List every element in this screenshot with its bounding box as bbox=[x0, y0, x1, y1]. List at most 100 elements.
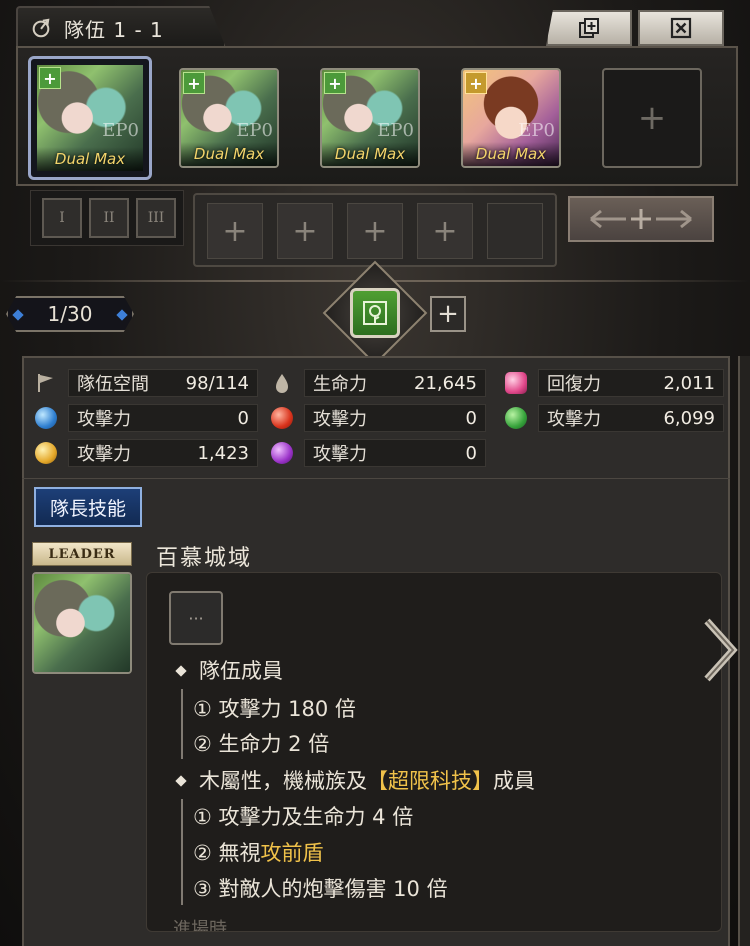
ep-label: EP0 bbox=[236, 119, 273, 141]
stat-label: 攻擊力 bbox=[77, 444, 131, 465]
leader-skill-name: 百慕城域 bbox=[156, 546, 253, 571]
stat-dark-attack: 攻擊力 0 bbox=[270, 439, 486, 467]
sub-slot-2[interactable]: + bbox=[277, 203, 333, 259]
stat-label: 攻擊力 bbox=[313, 409, 367, 430]
tree-bar bbox=[181, 799, 183, 905]
empty-member-slot[interactable]: + bbox=[602, 68, 702, 168]
stat-fire-attack: 攻擊力 0 bbox=[270, 404, 486, 432]
skill-section-2-title: 木屬性，機械族及【超限科技】成員 bbox=[175, 765, 535, 795]
team-member-card-3[interactable]: + EP0 Dual Max bbox=[320, 68, 420, 168]
more-options-icon[interactable]: ··· bbox=[169, 591, 223, 645]
sub-slot-tray: + + + + bbox=[193, 193, 557, 267]
heart-orb-icon bbox=[504, 371, 528, 395]
team-title: 隊伍 1 - 1 bbox=[64, 17, 164, 42]
team-member-card-4[interactable]: + EP0 Dual Max bbox=[461, 68, 561, 168]
character-portrait: + EP0 Dual Max bbox=[322, 70, 418, 166]
stat-value: 0 bbox=[465, 407, 477, 429]
fire-orb-icon bbox=[270, 406, 294, 430]
team-page-counter[interactable]: 1/30 bbox=[6, 296, 134, 332]
skill-section-1-item-2: ② 生命力 2 倍 bbox=[193, 732, 330, 756]
chevron-right-icon bbox=[704, 618, 738, 682]
tree-bar bbox=[181, 689, 183, 759]
team-member-card-2[interactable]: + EP0 Dual Max bbox=[179, 68, 279, 168]
plus-badge: + bbox=[324, 72, 346, 94]
leader-skill-button[interactable]: 隊長技能 bbox=[34, 487, 142, 527]
stat-label: 生命力 bbox=[313, 374, 367, 395]
gem-icon bbox=[116, 309, 128, 321]
dark-orb-icon bbox=[270, 441, 294, 465]
dual-max-label: Dual Max bbox=[463, 142, 559, 166]
stat-label: 回復力 bbox=[547, 374, 601, 395]
team-member-card-1[interactable]: + EP0 Dual Max bbox=[28, 56, 152, 180]
stat-value: 1,423 bbox=[197, 442, 249, 464]
gem-icon bbox=[12, 309, 24, 321]
copy-icon bbox=[579, 18, 599, 38]
diamond-bullet-icon bbox=[175, 665, 187, 677]
earth-orb-icon bbox=[504, 406, 528, 430]
add-team-button[interactable]: + bbox=[430, 296, 466, 332]
close-icon bbox=[670, 17, 692, 39]
stat-team-space: 隊伍空間 98/114 bbox=[34, 369, 258, 397]
swap-arrows-icon bbox=[590, 209, 692, 229]
team-emblem-button[interactable] bbox=[350, 288, 400, 338]
character-portrait: + EP0 Dual Max bbox=[181, 70, 277, 166]
dual-max-label: Dual Max bbox=[37, 147, 143, 171]
stat-hp: 生命力 21,645 bbox=[270, 369, 486, 397]
rose-icon bbox=[363, 301, 387, 325]
sub-slot-3[interactable]: + bbox=[347, 203, 403, 259]
copy-team-button[interactable] bbox=[546, 10, 632, 46]
formation-button-1[interactable]: I bbox=[42, 198, 82, 238]
character-portrait: + EP0 Dual Max bbox=[37, 65, 143, 171]
stat-water-attack: 攻擊力 0 bbox=[34, 404, 258, 432]
sub-slot-5-locked bbox=[487, 203, 543, 259]
sub-slot-1[interactable]: + bbox=[207, 203, 263, 259]
drop-icon bbox=[270, 371, 294, 395]
plus-badge: + bbox=[39, 67, 61, 89]
dual-max-label: Dual Max bbox=[181, 142, 277, 166]
skill-section-1-title: 隊伍成員 bbox=[175, 655, 283, 685]
water-orb-icon bbox=[34, 406, 58, 430]
next-arrow-button[interactable] bbox=[698, 610, 744, 690]
formation-button-3[interactable]: III bbox=[136, 198, 176, 238]
close-button[interactable] bbox=[638, 10, 724, 46]
stat-value: 21,645 bbox=[414, 372, 477, 394]
stat-light-attack: 攻擊力 1,423 bbox=[34, 439, 258, 467]
team-members-panel: + EP0 Dual Max + EP0 Dual Max + EP0 Dual… bbox=[16, 46, 738, 186]
formation-button-2[interactable]: II bbox=[89, 198, 129, 238]
stat-value: 0 bbox=[465, 442, 477, 464]
stat-label: 攻擊力 bbox=[547, 409, 601, 430]
skill-more-text: 進場時 bbox=[173, 919, 227, 932]
leaf-icon bbox=[32, 18, 50, 38]
stat-value: 6,099 bbox=[663, 407, 715, 429]
page-counter-text: 1/30 bbox=[47, 302, 93, 326]
stat-label: 攻擊力 bbox=[313, 444, 367, 465]
stat-recovery: 回復力 2,011 bbox=[504, 369, 724, 397]
flag-icon bbox=[34, 371, 58, 395]
sub-slot-4[interactable]: + bbox=[417, 203, 473, 259]
stat-value: 2,011 bbox=[663, 372, 715, 394]
team-title-tab: 隊伍 1 - 1 bbox=[16, 6, 226, 48]
stat-value: 98/114 bbox=[185, 372, 249, 394]
stat-earth-attack: 攻擊力 6,099 bbox=[504, 404, 724, 432]
stat-label: 攻擊力 bbox=[77, 409, 131, 430]
swap-button[interactable] bbox=[568, 196, 714, 242]
stats-separator bbox=[22, 478, 730, 479]
skill-section-2-item-2: ② 無視攻前盾 bbox=[193, 841, 324, 865]
character-portrait bbox=[34, 574, 130, 672]
leader-portrait[interactable] bbox=[32, 572, 132, 674]
skill-section-2-item-3: ③ 對敵人的炮擊傷害 10 倍 bbox=[193, 877, 448, 901]
skill-section-2-item-1: ① 攻擊力及生命力 4 倍 bbox=[193, 805, 414, 829]
leader-tag: LEADER bbox=[32, 542, 132, 566]
character-portrait: + EP0 Dual Max bbox=[463, 70, 559, 166]
add-icon: + bbox=[637, 98, 667, 138]
leader-skill-description: ··· 隊伍成員 ① 攻擊力 180 倍 ② 生命力 2 倍 木屬性，機械族及【… bbox=[146, 572, 722, 932]
dual-max-label: Dual Max bbox=[322, 142, 418, 166]
stat-label: 隊伍空間 bbox=[77, 374, 149, 395]
ep-label: EP0 bbox=[102, 120, 139, 142]
diamond-bullet-icon bbox=[175, 775, 187, 787]
light-orb-icon bbox=[34, 441, 58, 465]
stat-value: 0 bbox=[237, 407, 249, 429]
plus-badge: + bbox=[465, 72, 487, 94]
plus-badge: + bbox=[183, 72, 205, 94]
ep-label: EP0 bbox=[377, 119, 414, 141]
